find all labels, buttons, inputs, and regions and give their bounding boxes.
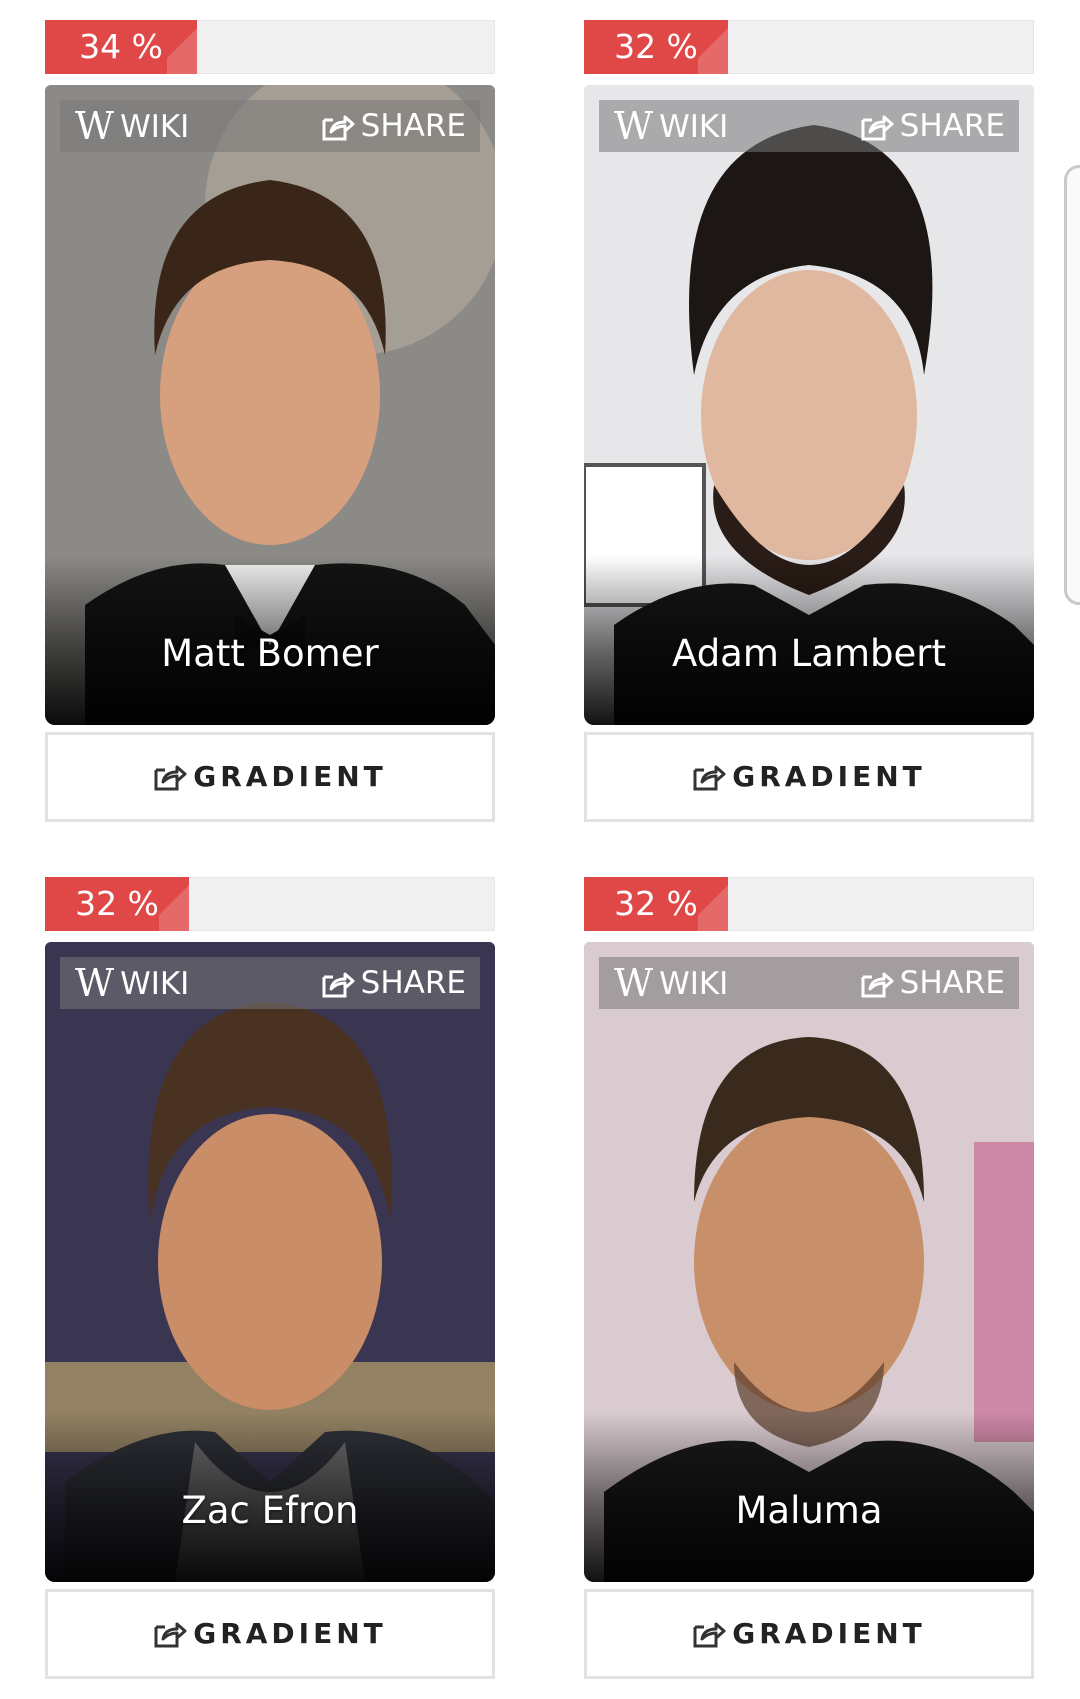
share-icon — [693, 1622, 726, 1648]
celebrity-photo[interactable]: Adam Lambert W WIKI SHARE — [584, 85, 1034, 725]
photo-action-bar: W WIKI SHARE — [599, 957, 1019, 1009]
wikipedia-w-icon: W — [75, 104, 115, 148]
gradient-button[interactable]: GRADIENT — [584, 1589, 1034, 1679]
wiki-button[interactable]: W WIKI — [614, 100, 728, 152]
share-icon — [861, 972, 894, 998]
wikipedia-w-icon: W — [614, 104, 654, 148]
celebrity-name: Adam Lambert — [672, 632, 946, 675]
share-label: SHARE — [360, 108, 466, 144]
share-button[interactable]: SHARE — [321, 957, 466, 1009]
gradient-button[interactable]: GRADIENT — [45, 1589, 495, 1679]
share-label: SHARE — [899, 965, 1005, 1001]
wiki-label: WIKI — [120, 966, 190, 1002]
wiki-button[interactable]: W WIKI — [614, 957, 728, 1009]
celebrity-name: Zac Efron — [181, 1489, 359, 1532]
photo-action-bar: W WIKI SHARE — [60, 957, 480, 1009]
match-percent-badge: 34 % — [45, 20, 197, 74]
celebrity-photo[interactable]: Maluma W WIKI SHARE — [584, 942, 1034, 1582]
photo-action-bar: W WIKI SHARE — [60, 100, 480, 152]
share-button[interactable]: SHARE — [860, 100, 1005, 152]
wikipedia-w-icon: W — [75, 961, 115, 1005]
share-icon — [322, 115, 355, 141]
share-label: SHARE — [899, 108, 1005, 144]
match-percent-badge: 32 % — [584, 20, 728, 74]
celebrity-photo[interactable]: Zac Efron W WIKI SHARE — [45, 942, 495, 1582]
wikipedia-w-icon: W — [614, 961, 654, 1005]
gradient-button[interactable]: GRADIENT — [584, 732, 1034, 822]
celebrity-photo[interactable]: Matt Bomer W WIKI SHARE — [45, 85, 495, 725]
gradient-label: GRADIENT — [732, 760, 926, 793]
share-label: SHARE — [360, 965, 466, 1001]
celebrity-name: Maluma — [735, 1489, 883, 1532]
share-button[interactable]: SHARE — [321, 100, 466, 152]
share-button[interactable]: SHARE — [860, 957, 1005, 1009]
wiki-label: WIKI — [120, 109, 190, 145]
celebrity-name: Matt Bomer — [161, 632, 379, 675]
share-icon — [154, 1622, 187, 1648]
wiki-button[interactable]: W WIKI — [75, 100, 189, 152]
scrollbar-handle[interactable] — [1064, 165, 1080, 605]
match-percent-badge: 32 % — [584, 877, 728, 931]
match-percent-badge: 32 % — [45, 877, 189, 931]
gradient-label: GRADIENT — [732, 1617, 926, 1650]
wiki-label: WIKI — [659, 109, 729, 145]
photo-action-bar: W WIKI SHARE — [599, 100, 1019, 152]
wiki-button[interactable]: W WIKI — [75, 957, 189, 1009]
gradient-label: GRADIENT — [193, 1617, 387, 1650]
wiki-label: WIKI — [659, 966, 729, 1002]
share-icon — [861, 115, 894, 141]
share-icon — [693, 765, 726, 791]
gradient-button[interactable]: GRADIENT — [45, 732, 495, 822]
share-icon — [154, 765, 187, 791]
share-icon — [322, 972, 355, 998]
gradient-label: GRADIENT — [193, 760, 387, 793]
